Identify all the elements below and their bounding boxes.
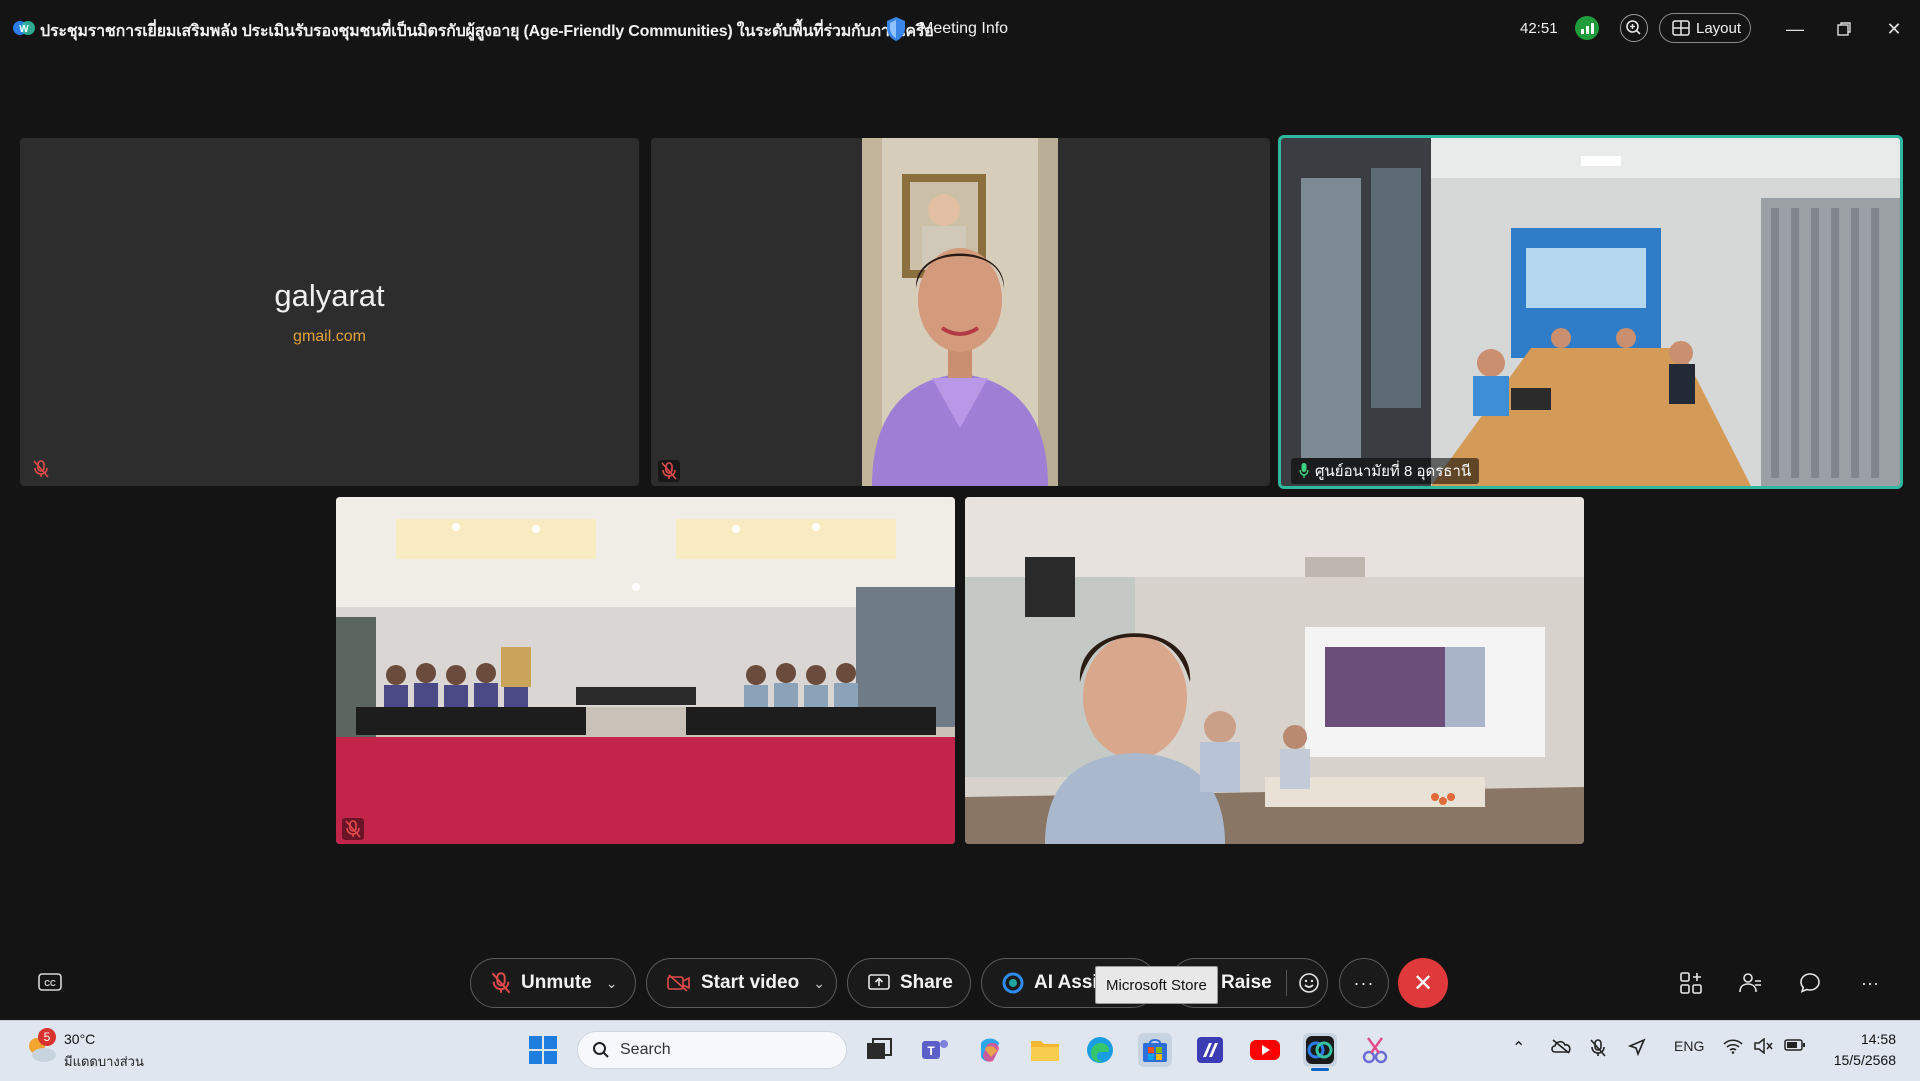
layout-button[interactable]: Layout [1659,13,1751,43]
minimize-icon[interactable]: — [1782,16,1808,42]
participant-name-label: ศูนย์อนามัยที่ 8 อุดรธานี [1291,458,1480,484]
battery-icon[interactable] [1784,1038,1806,1055]
close-icon[interactable]: ✕ [1881,16,1907,42]
start-video-button[interactable]: Start video ⌄ [646,958,837,1008]
share-label: Share [900,972,953,993]
svg-text:CC: CC [44,979,56,988]
svg-text:T: T [927,1044,935,1058]
youtube-icon[interactable] [1248,1033,1282,1067]
muted-mic-icon [491,972,511,994]
share-screen-icon [868,974,890,990]
chevron-up-icon[interactable]: ⌃ [1512,1038,1525,1058]
start-video-label: Start video [701,972,800,993]
participant-video-conference-hall [336,497,955,844]
zoom-button[interactable] [1620,14,1648,42]
apps-icon[interactable] [1676,968,1706,998]
chevron-down-icon[interactable]: ⌄ [606,975,618,992]
webex-taskbar-icon[interactable] [1303,1033,1337,1067]
active-app-indicator [1311,1068,1329,1071]
title-bar: W ประชุมราชการเยี่ยมเสริมพลัง ประเมินรับ… [0,0,1920,58]
participant-name: galyarat [274,278,385,313]
ai-assistant-icon [1002,972,1024,994]
windows-start-icon[interactable] [526,1033,560,1067]
unmute-button[interactable]: Unmute ⌄ [470,958,636,1008]
taskbar-search[interactable]: Search [577,1031,847,1069]
captions-icon[interactable]: CC [36,970,64,996]
mic-active-icon [1299,463,1309,478]
participant-tile-portrait[interactable] [651,138,1270,486]
language-indicator[interactable]: ENG [1674,1038,1704,1054]
search-placeholder: Search [620,1041,671,1058]
participant-tile-projector-room[interactable] [965,497,1584,844]
clock-time[interactable]: 14:58 [1861,1031,1896,1047]
task-view-icon[interactable] [862,1033,896,1067]
location-icon[interactable] [1627,1038,1646,1059]
participant-email: gmail.com [293,328,366,345]
meeting-timer: 42:51 [1520,20,1558,37]
share-button[interactable]: Share [847,958,971,1008]
chevron-down-icon[interactable]: ⌄ [813,975,825,992]
restore-icon[interactable] [1831,16,1857,42]
webex-logo-icon: W [13,21,35,35]
meeting-title: ประชุมราชการเยี่ยมเสริมพลัง ประเมินรับรอ… [40,23,934,40]
edge-browser-icon[interactable] [1083,1033,1117,1067]
tooltip-microsoft-store: Microsoft Store [1095,966,1218,1004]
more-label: ··· [1353,972,1375,993]
snipping-tool-icon[interactable] [1358,1033,1392,1067]
wifi-icon[interactable] [1723,1038,1743,1057]
shield-icon[interactable] [885,16,907,42]
ai-assistant-label: AI Assi [1034,972,1098,993]
raise-label: Raise [1221,972,1272,993]
muted-mic-icon [658,460,680,482]
participant-tile-active-speaker[interactable]: ศูนย์อนามัยที่ 8 อุดรธานี [1278,135,1903,489]
network-signal-icon[interactable] [1575,16,1599,40]
participant-tile-conference-hall[interactable] [336,497,955,844]
muted-mic-icon [342,818,364,840]
participant-tile-galyarat[interactable]: galyarat gmail.com [20,138,639,486]
close-icon: ✕ [1412,969,1434,997]
microphone-muted-icon[interactable] [1590,1038,1606,1061]
layout-grid-icon [1672,20,1690,36]
weather-description[interactable]: มีแดดบางส่วน [64,1051,144,1072]
unmute-label: Unmute [521,972,592,993]
teams-icon[interactable]: T [918,1033,952,1067]
leave-meeting-button[interactable]: ✕ [1398,958,1448,1008]
onedrive-icon[interactable] [1550,1038,1572,1057]
meeting-info-button[interactable]: Meeting Info [920,20,1008,38]
video-off-icon [667,974,690,992]
muted-mic-icon [30,458,52,480]
speaker-muted-icon[interactable] [1753,1037,1773,1057]
file-explorer-icon[interactable] [1028,1033,1062,1067]
participant-video-meeting-room [1281,138,1900,486]
microsoft-store-icon[interactable] [1138,1033,1172,1067]
more-horizontal-icon[interactable]: ··· [1855,968,1885,998]
search-icon [593,1042,609,1058]
pen-app-icon[interactable] [1193,1033,1227,1067]
temperature[interactable]: 30°C [64,1031,95,1047]
participant-video-projector-room [965,497,1584,844]
participant-video-portrait [862,138,1058,486]
participants-icon[interactable] [1735,968,1765,998]
chat-icon[interactable] [1795,968,1825,998]
more-options-button[interactable]: ··· [1339,958,1389,1008]
layout-label: Layout [1696,19,1742,37]
participant-name: ศูนย์อนามัยที่ 8 อุดรธานี [1315,463,1472,480]
copilot-icon[interactable] [973,1033,1007,1067]
weather-badge: 5 [38,1028,56,1046]
reactions-icon[interactable] [1297,971,1321,995]
svg-text:W: W [19,24,29,35]
magnifier-plus-icon [1626,20,1641,35]
clock-date[interactable]: 15/5/2568 [1834,1052,1896,1068]
